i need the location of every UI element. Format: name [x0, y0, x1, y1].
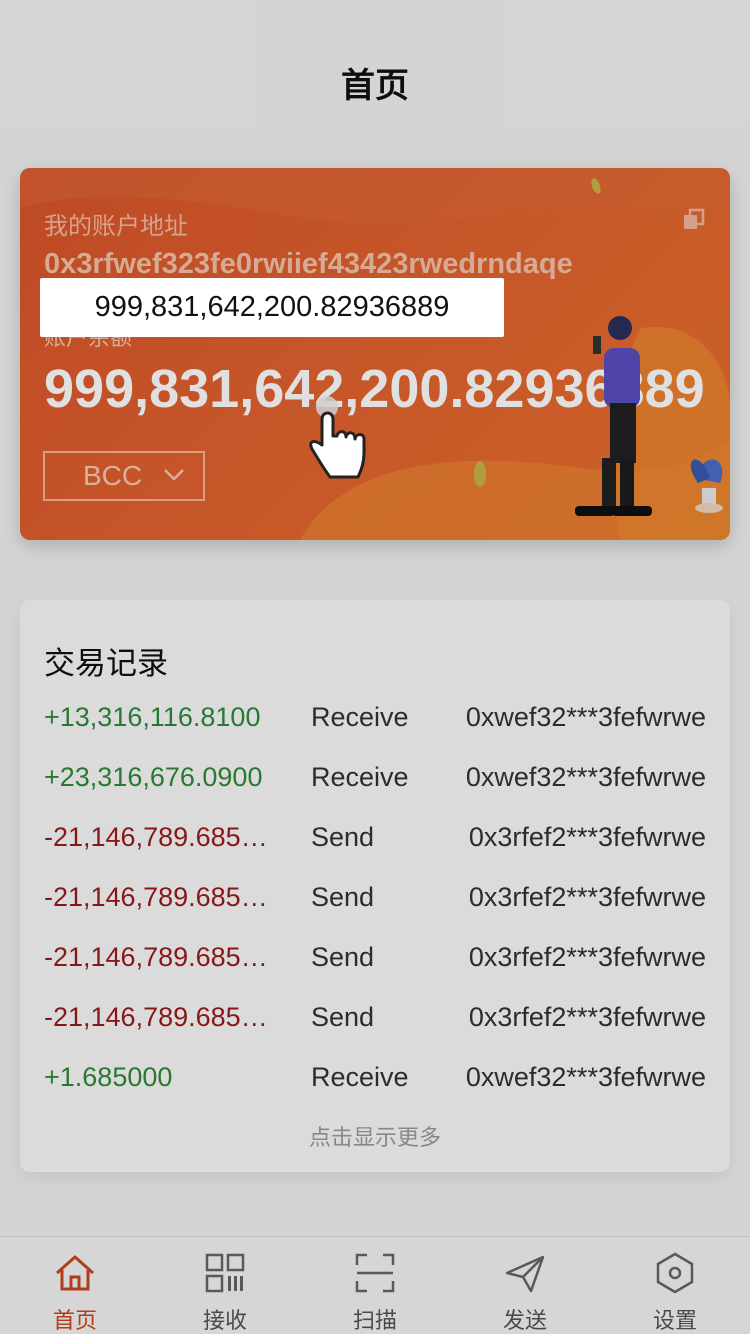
- copy-icon[interactable]: [682, 208, 706, 232]
- balance-tooltip: 999,831,642,200.82936889: [40, 278, 504, 337]
- transaction-address: 0x3rfef2***3fefwrwe: [468, 1002, 706, 1032]
- tab-label: 首页: [52, 1309, 97, 1334]
- account-card: 我的账户地址 0x3rfwef323fe0rwiief43423rwedrnda…: [20, 168, 730, 540]
- send-icon: [505, 1255, 545, 1293]
- tab-receive[interactable]: 接收: [150, 1237, 300, 1334]
- transaction-amount: -21,146,789.685000: [44, 1002, 280, 1032]
- home-icon: [56, 1255, 94, 1291]
- currency-selector[interactable]: BCC: [43, 451, 205, 501]
- tab-send[interactable]: 发送: [450, 1237, 600, 1334]
- tab-scan[interactable]: 扫描: [300, 1237, 450, 1334]
- tab-label: 设置: [652, 1309, 697, 1334]
- tab-home[interactable]: 首页: [0, 1237, 150, 1334]
- transaction-amount: +23,316,676.0900: [44, 762, 263, 792]
- person-illustration: [575, 316, 723, 516]
- transaction-row[interactable]: -21,146,789.685000 Send 0x3rfef2***3fefw…: [20, 882, 730, 922]
- qrcode-icon: [205, 1253, 245, 1293]
- transaction-address: 0xwef32***3fefwrwe: [465, 762, 706, 792]
- transaction-amount: -21,146,789.685000: [44, 942, 280, 972]
- tab-label: 接收: [202, 1309, 247, 1334]
- transaction-row[interactable]: -21,146,789.685000 Send 0x3rfef2***3fefw…: [20, 822, 730, 862]
- settings-icon: [656, 1252, 694, 1294]
- records-title: 交易记录: [44, 646, 168, 682]
- account-address-label: 我的账户地址: [44, 212, 188, 240]
- transaction-row[interactable]: -21,146,789.685000 Send 0x3rfef2***3fefw…: [20, 942, 730, 982]
- transaction-type: Receive: [311, 762, 409, 792]
- transaction-amount: -21,146,789.685000: [44, 822, 280, 852]
- scan-icon: [355, 1253, 395, 1293]
- account-address: 0x3rfwef323fe0rwiief43423rwedrndaqe: [44, 248, 573, 280]
- hand-pointer-icon: [309, 396, 366, 479]
- transaction-amount: -21,146,789.685000: [44, 882, 280, 912]
- show-more-link[interactable]: 点击显示更多: [20, 1120, 730, 1152]
- transaction-row[interactable]: +1.685000 Receive 0xwef32***3fefwrwe: [20, 1062, 730, 1102]
- transaction-row[interactable]: +13,316,116.8100 Receive 0xwef32***3fefw…: [20, 702, 730, 742]
- transaction-amount: +13,316,116.8100: [44, 702, 261, 732]
- bottom-tab-bar: 首页 接收 扫描 发送 设置: [0, 1236, 750, 1334]
- tab-settings[interactable]: 设置: [600, 1237, 750, 1334]
- transaction-row[interactable]: -21,146,789.685000 Send 0x3rfef2***3fefw…: [20, 1002, 730, 1042]
- transaction-amount: +1.685000: [44, 1062, 173, 1092]
- transaction-type: Send: [311, 942, 375, 972]
- transaction-row[interactable]: +23,316,676.0900 Receive 0xwef32***3fefw…: [20, 762, 730, 802]
- chevron-down-icon: [164, 469, 184, 481]
- tab-label: 发送: [502, 1309, 547, 1334]
- transaction-records-card: 交易记录 +13,316,116.8100 Receive 0xwef32***…: [20, 600, 730, 1172]
- transaction-address: 0x3rfef2***3fefwrwe: [468, 942, 706, 972]
- transaction-type: Send: [311, 882, 375, 912]
- transaction-address: 0xwef32***3fefwrwe: [465, 1062, 706, 1092]
- currency-label: BCC: [83, 460, 143, 491]
- transaction-type: Send: [311, 822, 375, 852]
- page-title: 首页: [341, 66, 409, 106]
- transaction-type: Send: [311, 1002, 375, 1032]
- transaction-type: Receive: [311, 1062, 409, 1092]
- transaction-address: 0x3rfef2***3fefwrwe: [468, 822, 706, 852]
- transaction-address: 0xwef32***3fefwrwe: [465, 702, 706, 732]
- transaction-type: Receive: [311, 702, 409, 732]
- tab-label: 扫描: [352, 1309, 397, 1334]
- transaction-address: 0x3rfef2***3fefwrwe: [468, 882, 706, 912]
